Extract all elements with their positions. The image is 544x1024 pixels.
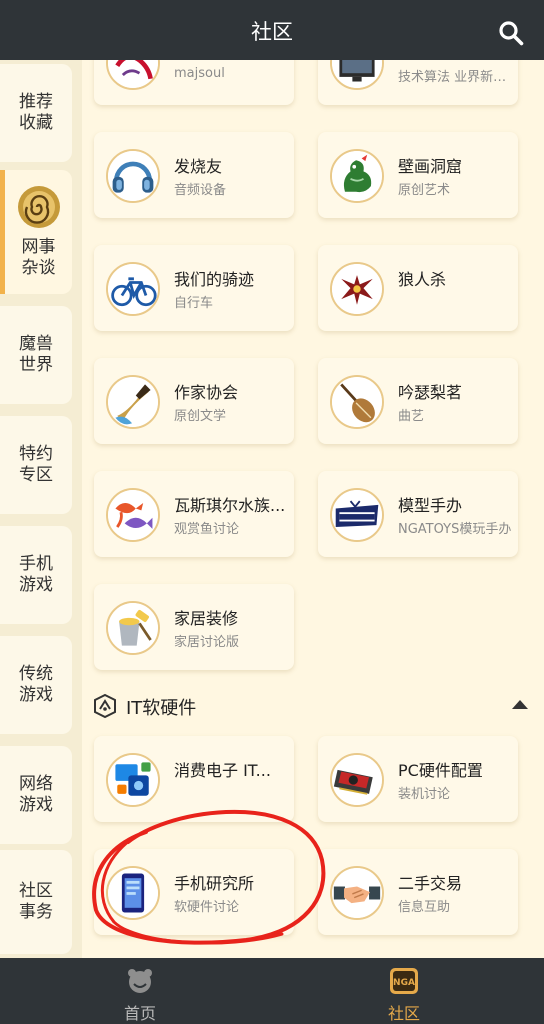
board-subtitle: 信息互助 [398, 900, 451, 915]
sidebar-item-mobile-games[interactable]: 手机游戏 [0, 526, 72, 624]
board-title: 发烧友 [174, 157, 223, 176]
board-title: 作家协会 [174, 383, 239, 402]
board-subtitle: NGATOYS模玩手办 [398, 522, 512, 537]
nga-badge-icon: NGA [390, 968, 418, 994]
sidebar-item-label: 网络游戏 [19, 774, 53, 815]
board-card-consumer-electronics[interactable]: 消费电子 IT... [94, 736, 294, 822]
board-card-audiophile[interactable]: 发烧友 音频设备 [94, 132, 294, 218]
board-card-writers[interactable]: 作家协会 原创文学 [94, 358, 294, 444]
board-subtitle: 音频设备 [174, 183, 227, 198]
category-sidebar: 推荐收藏 网事杂谈 魔兽世界 特约专区 手机游戏 传统游戏 网络游戏 社区事务 [0, 60, 82, 958]
board-title: 我们的骑迹 [174, 270, 255, 289]
electronics-icon [106, 753, 160, 807]
monitor-icon [330, 60, 384, 90]
nga-bear-icon [128, 969, 152, 993]
sidebar-item-label: 特约专区 [19, 444, 53, 485]
bicycle-icon [106, 262, 160, 316]
board-card-werewolf[interactable]: 狼人杀 [318, 245, 518, 331]
board-title: 瓦斯琪尔水族... [174, 496, 286, 515]
board-card-second-hand[interactable]: 二手交易 信息互助 [318, 849, 518, 935]
dragon-icon [330, 149, 384, 203]
board-subtitle: 技术算法 业界新闻... [398, 70, 513, 85]
tab-community[interactable]: NGA 社区 [344, 958, 464, 1024]
handshake-icon [330, 866, 384, 920]
board-subtitle: 装机讨论 [398, 787, 451, 802]
board-subtitle: 家居讨论版 [174, 635, 240, 650]
section-title: IT软硬件 [126, 698, 197, 719]
sidebar-item-chat[interactable]: 网事杂谈 [0, 170, 72, 294]
board-card-figures[interactable]: 模型手办 NGATOYS模玩手办 [318, 471, 518, 557]
werewolf-icon [330, 262, 384, 316]
search-button[interactable] [498, 20, 524, 46]
svg-text:NGA: NGA [393, 978, 415, 988]
graphics-card-icon [330, 753, 384, 807]
swirl-icon [17, 186, 60, 228]
page-title: 社区 [251, 20, 293, 44]
sidebar-item-label: 手机游戏 [19, 554, 53, 595]
board-title: 二手交易 [398, 874, 463, 893]
board-list: majsoul 技术算法 业界新闻... 发烧友 音频设备 壁画洞窟 原创艺术 … [82, 60, 544, 958]
board-subtitle: 软硬件讨论 [174, 900, 240, 915]
board-title: 模型手办 [398, 496, 463, 515]
sidebar-item-online-games[interactable]: 网络游戏 [0, 746, 72, 844]
sidebar-item-label: 推荐收藏 [19, 92, 53, 133]
pipa-icon [330, 375, 384, 429]
tab-label: 社区 [387, 1004, 420, 1023]
board-card-pc-hardware[interactable]: PC硬件配置 装机讨论 [318, 736, 518, 822]
tab-home[interactable]: 首页 [80, 958, 200, 1024]
paint-bucket-icon [106, 601, 160, 655]
board-title: 消费电子 IT... [174, 761, 271, 780]
board-card-aquarium[interactable]: 瓦斯琪尔水族... 观赏鱼讨论 [94, 471, 294, 557]
search-icon [499, 21, 524, 46]
board-card-majsoul[interactable]: majsoul [94, 60, 294, 105]
sidebar-item-label: 社区事务 [19, 881, 53, 922]
top-bar: 社区 [0, 0, 544, 60]
majsoul-icon [106, 60, 160, 90]
board-title: 吟瑟梨茗 [398, 383, 463, 402]
board-subtitle: 原创文学 [174, 409, 227, 424]
fish-icon [106, 488, 160, 542]
board-title: 狼人杀 [398, 270, 447, 289]
board-subtitle: 观赏鱼讨论 [174, 522, 240, 537]
bottom-tab-bar: 首页 NGA 社区 [0, 958, 544, 1024]
board-card-murals[interactable]: 壁画洞窟 原创艺术 [318, 132, 518, 218]
sidebar-item-label: 魔兽世界 [19, 334, 53, 375]
headphones-icon [106, 149, 160, 203]
board-title: PC硬件配置 [398, 761, 483, 780]
sidebar-item-recommended[interactable]: 推荐收藏 [0, 64, 72, 162]
board-subtitle: majsoul [174, 66, 225, 81]
sidebar-item-label: 网事杂谈 [21, 237, 56, 278]
board-card-cycling[interactable]: 我们的骑迹 自行车 [94, 245, 294, 331]
board-subtitle: 自行车 [174, 296, 214, 311]
section-header-it[interactable]: IT软硬件 [92, 690, 532, 722]
board-title: 壁画洞窟 [398, 157, 463, 176]
sidebar-item-label: 传统游戏 [19, 664, 53, 705]
sidebar-item-classic-games[interactable]: 传统游戏 [0, 636, 72, 734]
pen-nib-icon [106, 375, 160, 429]
it-category-icon [94, 693, 116, 719]
board-card-opera[interactable]: 吟瑟梨茗 曲艺 [318, 358, 518, 444]
board-title: 手机研究所 [174, 874, 255, 893]
sidebar-item-wow[interactable]: 魔兽世界 [0, 306, 72, 404]
tab-label: 首页 [123, 1004, 156, 1023]
board-title: 家居装修 [174, 609, 239, 628]
sidebar-item-special[interactable]: 特约专区 [0, 416, 72, 514]
ngatoys-logo-icon [330, 488, 384, 542]
collapse-caret-icon[interactable] [512, 700, 528, 709]
board-subtitle: 曲艺 [398, 409, 425, 424]
board-card-phone-lab[interactable]: 手机研究所 软硬件讨论 [94, 849, 294, 935]
board-card-tech[interactable]: 技术算法 业界新闻... [318, 60, 518, 105]
board-subtitle: 原创艺术 [398, 183, 451, 198]
smartphone-icon [106, 866, 160, 920]
board-card-home-decor[interactable]: 家居装修 家居讨论版 [94, 584, 294, 670]
sidebar-item-community-affairs[interactable]: 社区事务 [0, 850, 72, 954]
